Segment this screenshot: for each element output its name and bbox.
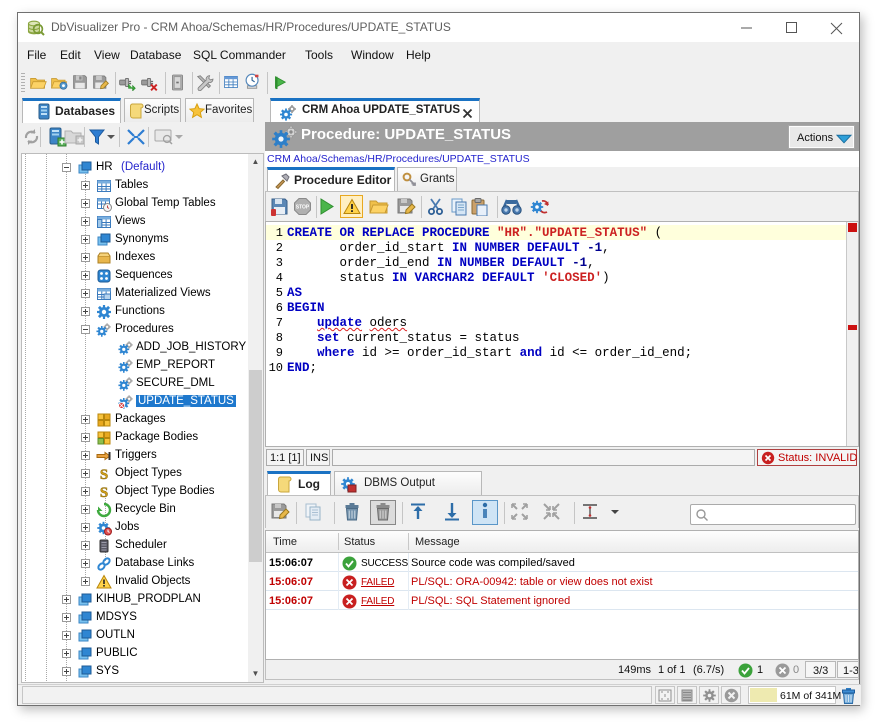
svg-text:S: S (100, 467, 108, 482)
svg-text:STOP: STOP (296, 205, 310, 211)
svg-text:S: S (100, 485, 108, 500)
